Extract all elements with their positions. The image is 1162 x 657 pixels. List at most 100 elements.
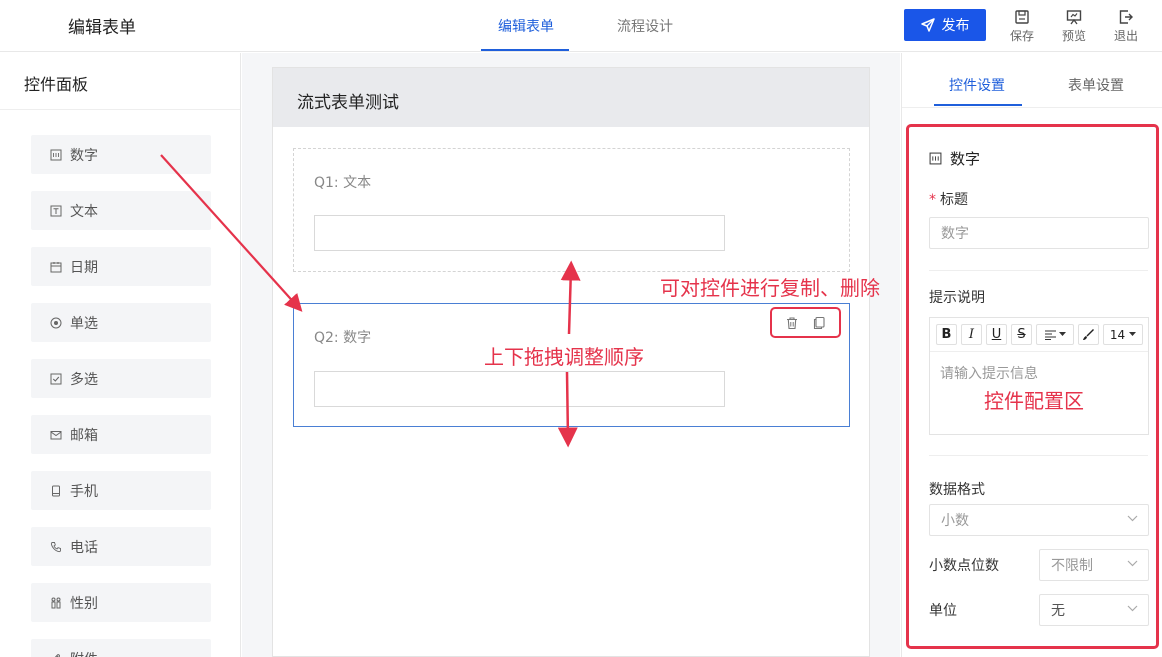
control-label: 数字 [70, 147, 98, 164]
field-actions [770, 307, 841, 338]
title-label-text: 标题 [940, 192, 968, 208]
attachment-icon [54, 653, 60, 657]
format-label: 数据格式 [929, 482, 985, 498]
exit-button[interactable]: 退出 [1111, 9, 1141, 44]
decimals-value: 不限制 [1051, 558, 1093, 574]
brush-icon [1083, 329, 1094, 340]
editor-toolbar: B I U S 14 [930, 318, 1148, 352]
format-value: 小数 [941, 513, 969, 529]
italic-button[interactable]: I [961, 324, 982, 345]
number-input[interactable] [314, 371, 725, 407]
send-icon [920, 18, 935, 32]
form-header: 流式表单测试 [273, 68, 869, 127]
save-button[interactable]: 保存 [1007, 9, 1037, 44]
control-item-text[interactable]: 文本 [31, 191, 211, 230]
editor-placeholder: 请输入提示信息 [940, 366, 1038, 382]
unit-value: 无 [1051, 603, 1065, 619]
control-label: 电话 [70, 539, 98, 556]
control-label: 邮箱 [70, 427, 98, 444]
control-item-mobile[interactable]: 手机 [31, 471, 211, 510]
delete-icon[interactable] [785, 316, 799, 330]
control-label: 附件 [70, 649, 98, 657]
text-color-button[interactable] [1078, 324, 1099, 345]
title-input[interactable]: 数字 [929, 217, 1149, 249]
control-item-email[interactable]: 邮箱 [31, 415, 211, 454]
copy-icon[interactable] [812, 316, 826, 330]
unit-label: 单位 [929, 603, 957, 619]
form-title[interactable]: 流式表单测试 [297, 88, 399, 113]
tab-flow-design[interactable]: 流程设计 [617, 16, 673, 36]
number-icon [50, 149, 62, 160]
page-title: 编辑表单 [68, 18, 136, 38]
align-left-icon [1044, 330, 1056, 340]
exit-icon [1119, 10, 1133, 24]
control-label: 文本 [70, 203, 98, 220]
tab-edit-form[interactable]: 编辑表单 [498, 16, 554, 36]
control-item-radio[interactable]: 单选 [31, 303, 211, 342]
control-item-phone[interactable]: 电话 [31, 527, 211, 566]
chevron-down-icon [1127, 605, 1138, 612]
tab-form-settings[interactable]: 表单设置 [1068, 75, 1124, 95]
control-label: 单选 [70, 315, 98, 332]
calendar-icon [50, 261, 62, 272]
decimals-label: 小数点位数 [929, 558, 999, 574]
preview-label: 预览 [1061, 29, 1086, 43]
text-input[interactable] [314, 215, 725, 251]
mail-icon [50, 430, 62, 439]
checkbox-icon [50, 373, 62, 384]
selected-control-heading: 数字 [929, 148, 980, 169]
required-mark: * [929, 192, 936, 208]
divider [929, 270, 1148, 271]
gender-icon [51, 597, 61, 608]
control-item-gender[interactable]: 性别 [31, 583, 211, 622]
preview-button[interactable]: 预览 [1059, 9, 1089, 44]
control-label: 性别 [70, 595, 98, 612]
text-icon [50, 205, 62, 216]
radio-icon [50, 317, 62, 328]
annotation-drag-sort: 上下拖拽调整顺序 [484, 345, 644, 369]
control-item-attachment[interactable]: 附件 [31, 639, 211, 657]
unit-select[interactable]: 无 [1039, 594, 1149, 626]
active-tab-indicator [481, 49, 569, 51]
publish-label: 发布 [941, 18, 970, 34]
control-label: 手机 [70, 483, 98, 500]
font-size-dropdown[interactable]: 14 [1103, 324, 1143, 345]
mobile-icon [52, 485, 60, 496]
title-label: * 标题 [929, 189, 968, 209]
underline-button[interactable]: U [986, 324, 1007, 345]
annotation-copy-delete: 可对控件进行复制、删除 [660, 276, 880, 300]
control-label: 多选 [70, 371, 98, 388]
chevron-down-icon [1127, 515, 1138, 522]
settings-panel: 控件设置 表单设置 数字 * 标题 数字 提示说明 B I U S 14 请输入… [901, 53, 1162, 657]
preview-icon [1066, 10, 1082, 25]
control-panel-title: 控件面板 [24, 75, 89, 94]
phone-icon [50, 541, 61, 552]
caret-down-icon [1058, 332, 1066, 336]
save-label: 保存 [1009, 29, 1034, 43]
align-dropdown[interactable] [1036, 324, 1074, 345]
annotation-config-area: 控件配置区 [984, 389, 1084, 413]
control-panel: 控件面板 数字 文本 日期 单选 多选 邮箱 手机 电话 性别 附件 [0, 53, 241, 657]
caret-down-icon [1129, 332, 1137, 336]
tab-control-settings[interactable]: 控件设置 [949, 75, 1005, 95]
control-item-checkbox[interactable]: 多选 [31, 359, 211, 398]
divider [929, 455, 1148, 456]
hint-label: 提示说明 [929, 290, 985, 306]
format-select[interactable]: 小数 [929, 504, 1149, 536]
exit-label: 退出 [1113, 29, 1138, 43]
bold-button[interactable]: B [936, 324, 957, 345]
divider [902, 107, 1162, 108]
decimals-select[interactable]: 不限制 [1039, 549, 1149, 581]
field-label: Q1: 文本 [314, 175, 372, 191]
form-field-q1[interactable]: Q1: 文本 [293, 148, 850, 272]
hint-rich-editor[interactable]: B I U S 14 请输入提示信息 [929, 317, 1149, 435]
font-size-value: 14 [1109, 327, 1126, 342]
control-item-number[interactable]: 数字 [31, 135, 211, 174]
publish-button[interactable]: 发布 [904, 9, 986, 41]
control-item-date[interactable]: 日期 [31, 247, 211, 286]
control-label: 日期 [70, 259, 98, 276]
strikethrough-button[interactable]: S [1011, 324, 1032, 345]
top-bar: 编辑表单 编辑表单 流程设计 发布 保存 预览 退出 [0, 0, 1162, 52]
active-tab-indicator [934, 104, 1022, 106]
number-icon [929, 152, 942, 165]
